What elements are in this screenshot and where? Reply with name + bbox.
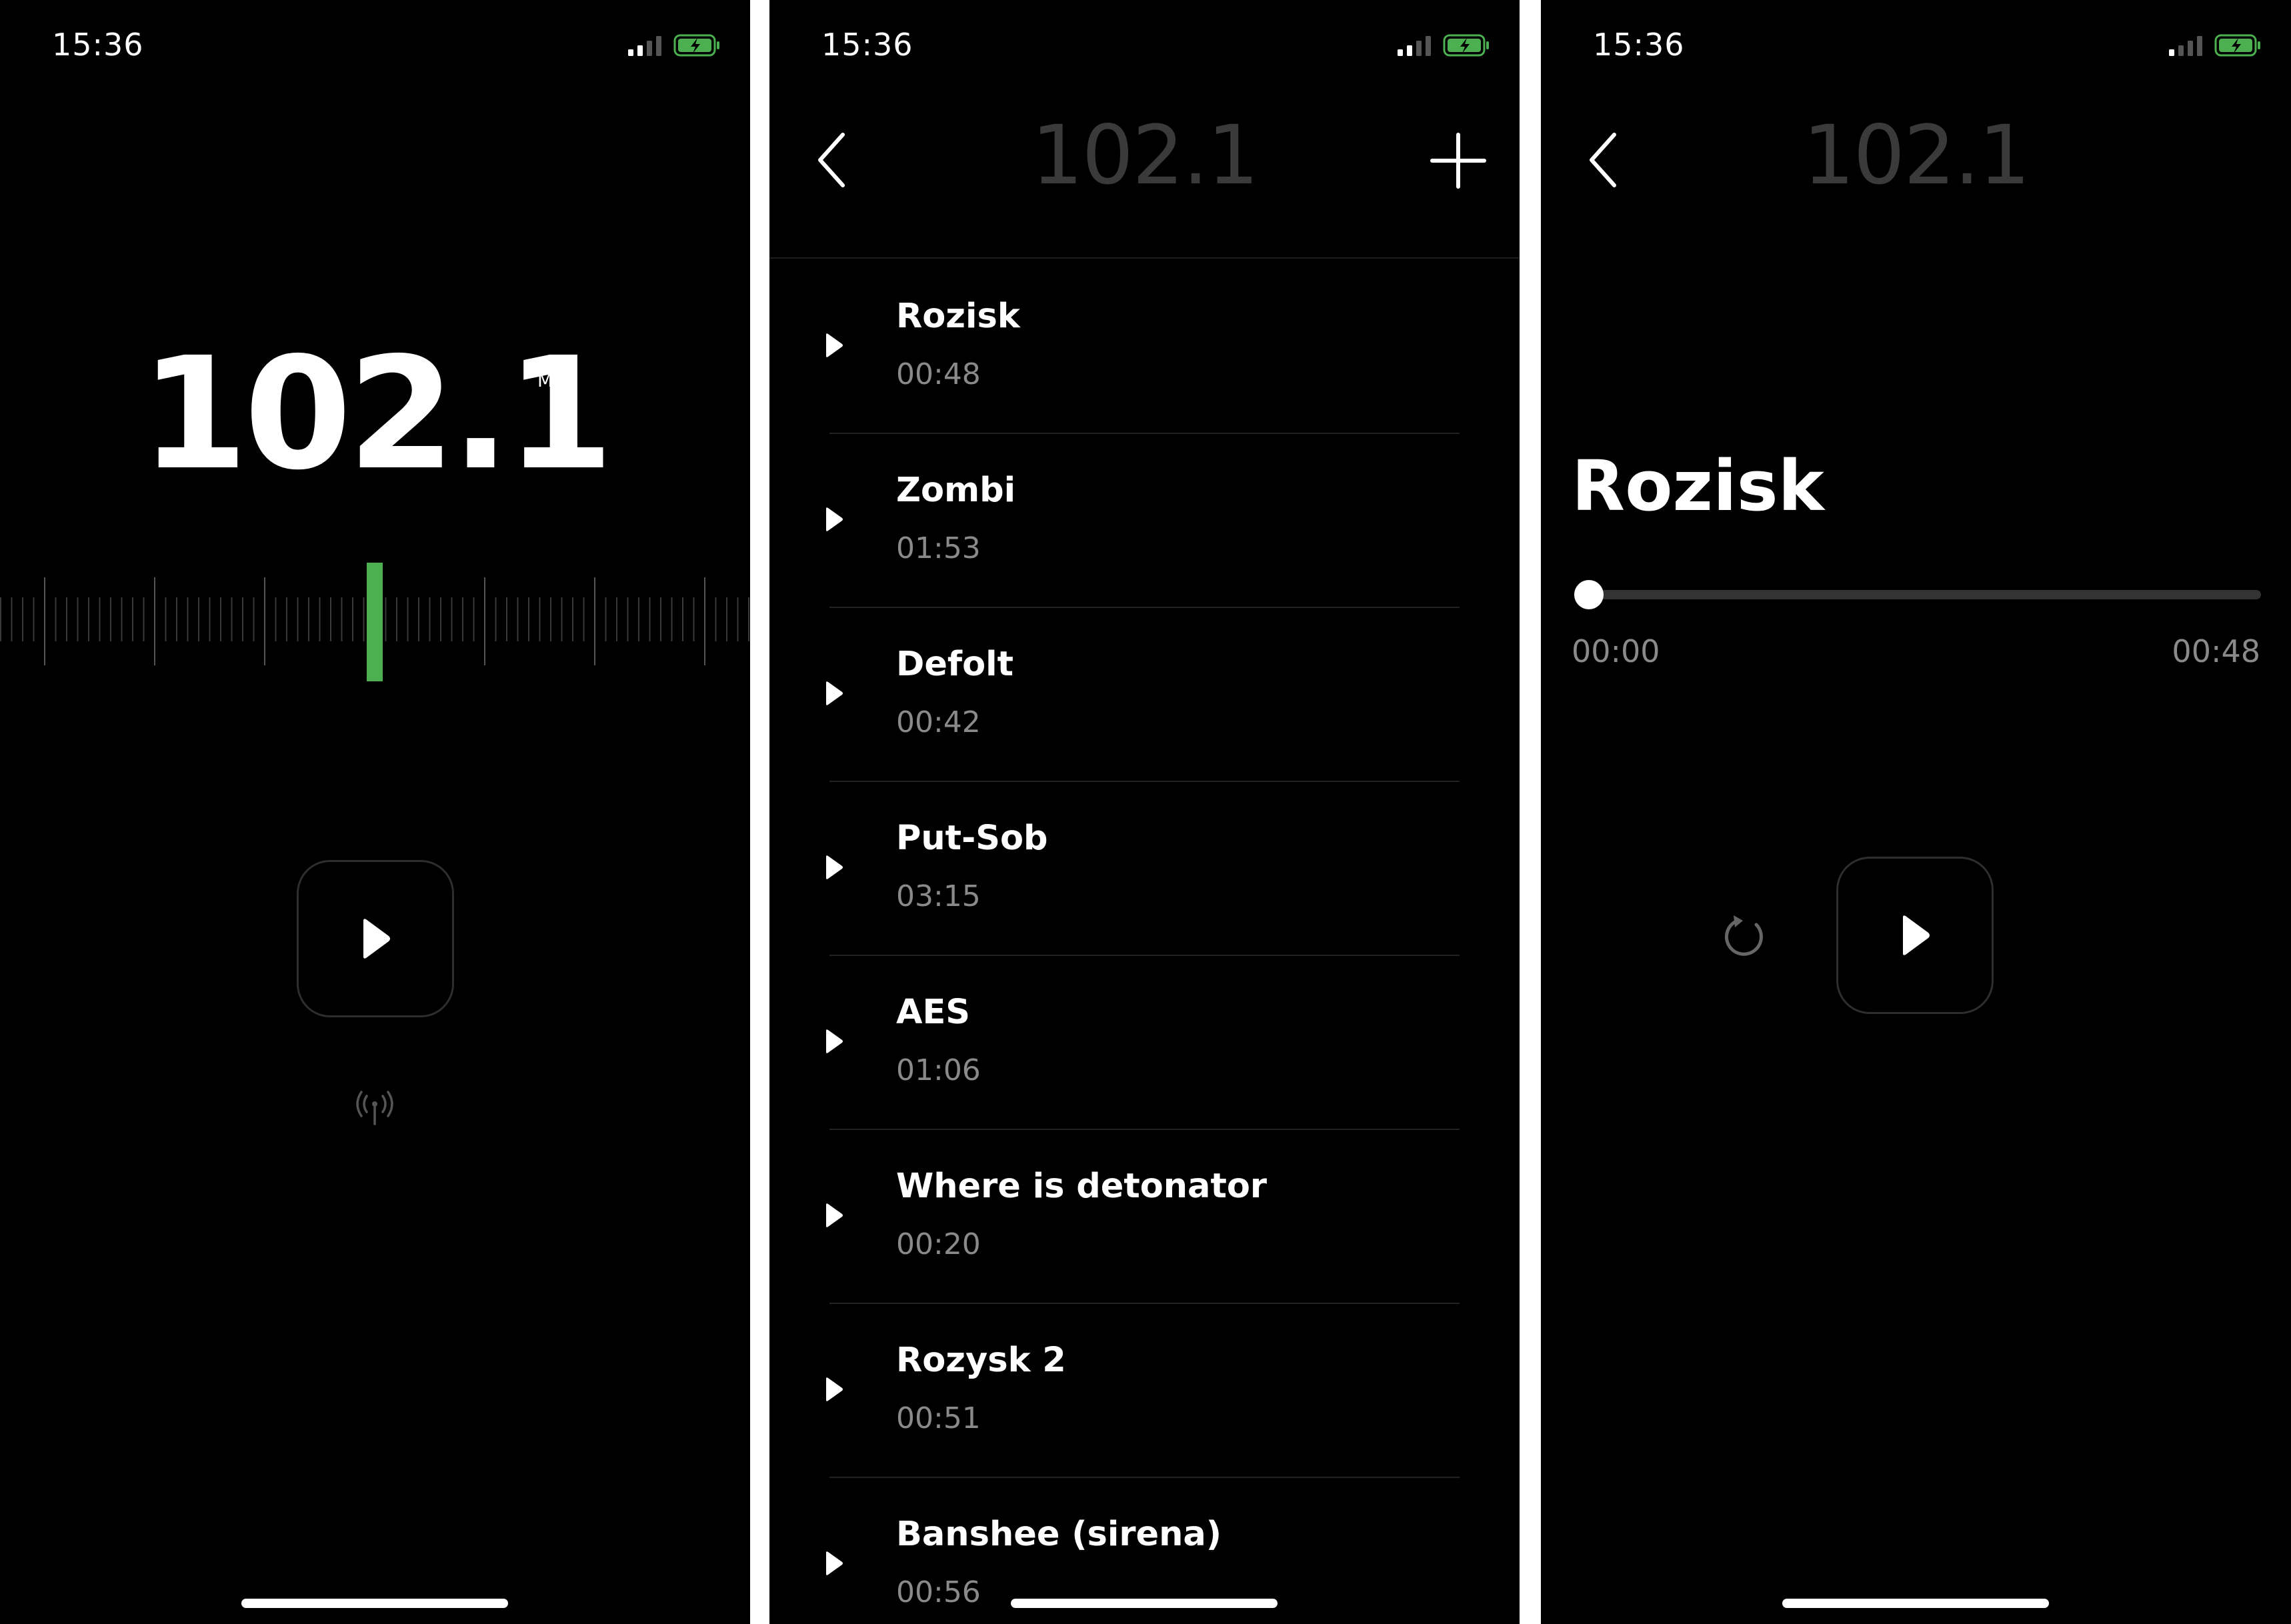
play-icon[interactable]: [823, 332, 844, 359]
recording-title: Zombi: [896, 471, 1016, 510]
recording-title: Where is detonator: [896, 1167, 1268, 1206]
cellular-signal-icon: [1398, 36, 1431, 56]
player-screen: 15:36 102.1 Rozisk 00:00 00:48: [1541, 0, 2291, 1624]
replay-icon[interactable]: [1718, 910, 1771, 963]
play-icon: [1903, 915, 1930, 955]
home-indicator[interactable]: [1011, 1599, 1278, 1608]
recording-duration: 00:20: [896, 1227, 981, 1261]
cellular-signal-icon: [628, 36, 661, 56]
recording-duration: 00:51: [896, 1401, 981, 1435]
play-icon: [363, 919, 390, 959]
recording-title: Put-Sob: [896, 819, 1048, 858]
progress-knob[interactable]: [1574, 580, 1604, 609]
radio-screen: 15:36 102.1 MHz: [0, 0, 750, 1624]
list-item[interactable]: AES 01:06: [769, 956, 1520, 1130]
plus-icon[interactable]: [1430, 132, 1487, 189]
recording-title: Banshee (sirena): [896, 1515, 1222, 1554]
home-indicator[interactable]: [241, 1599, 508, 1608]
status-time: 15:36: [1593, 27, 1685, 63]
play-icon[interactable]: [823, 680, 844, 707]
recording-title: Rozysk 2: [896, 1341, 1066, 1380]
recordings-screen: 15:36 102.1 Rozisk 00:48 Zombi 01:53 Defolt 0…: [769, 0, 1520, 1624]
play-icon[interactable]: [823, 506, 844, 533]
list-item[interactable]: Put-Sob 03:15: [769, 782, 1520, 956]
elapsed-time: 00:00: [1572, 633, 1660, 669]
list-item[interactable]: Zombi 01:53: [769, 434, 1520, 608]
page-title: 102.1: [1802, 108, 2030, 203]
tuner-indicator[interactable]: [367, 563, 383, 681]
recording-title: AES: [896, 993, 971, 1032]
tuner-dial[interactable]: [0, 553, 750, 687]
status-time: 15:36: [821, 27, 913, 63]
frequency-unit: MHz: [537, 371, 576, 391]
recording-title: Defolt: [896, 645, 1014, 684]
recording-duration: 00:56: [896, 1575, 981, 1609]
recordings-list: Rozisk 00:48 Zombi 01:53 Defolt 00:42 Put-Sob 0…: [769, 260, 1520, 1624]
cellular-signal-icon: [2169, 36, 2202, 56]
status-time: 15:36: [52, 27, 144, 63]
list-item[interactable]: Rozisk 00:48: [769, 260, 1520, 434]
track-title: Rozisk: [1572, 445, 1824, 527]
recording-title: Rozisk: [896, 297, 1020, 336]
recording-duration: 00:48: [896, 357, 981, 391]
frequency-display: 102.1: [140, 324, 614, 504]
recording-duration: 00:42: [896, 705, 981, 739]
play-icon[interactable]: [823, 1028, 844, 1055]
antenna-icon: [356, 1091, 393, 1125]
recording-duration: 03:15: [896, 879, 981, 913]
total-time: 00:48: [2172, 633, 2260, 669]
play-icon[interactable]: [823, 1376, 844, 1403]
battery-charging-icon: [2214, 34, 2260, 57]
list-item[interactable]: Where is detonator 00:20: [769, 1130, 1520, 1304]
home-indicator[interactable]: [1782, 1599, 2049, 1608]
list-item[interactable]: Rozysk 2 00:51: [769, 1304, 1520, 1478]
battery-charging-icon: [673, 34, 719, 57]
battery-charging-icon: [1443, 34, 1489, 57]
play-icon[interactable]: [823, 1202, 844, 1229]
progress-bar[interactable]: [1581, 590, 2261, 599]
list-item[interactable]: Defolt 00:42: [769, 608, 1520, 782]
play-button[interactable]: [1836, 857, 1994, 1014]
play-button[interactable]: [297, 860, 454, 1017]
play-icon[interactable]: [823, 1550, 844, 1577]
stage: 15:36 102.1 MHz 15:36 102.1 Rozisk 00:48…: [0, 0, 2291, 1624]
recording-duration: 01:06: [896, 1053, 981, 1087]
recording-duration: 01:53: [896, 531, 981, 565]
play-icon[interactable]: [823, 854, 844, 881]
header-divider: [769, 257, 1520, 259]
page-title: 102.1: [1031, 108, 1259, 203]
